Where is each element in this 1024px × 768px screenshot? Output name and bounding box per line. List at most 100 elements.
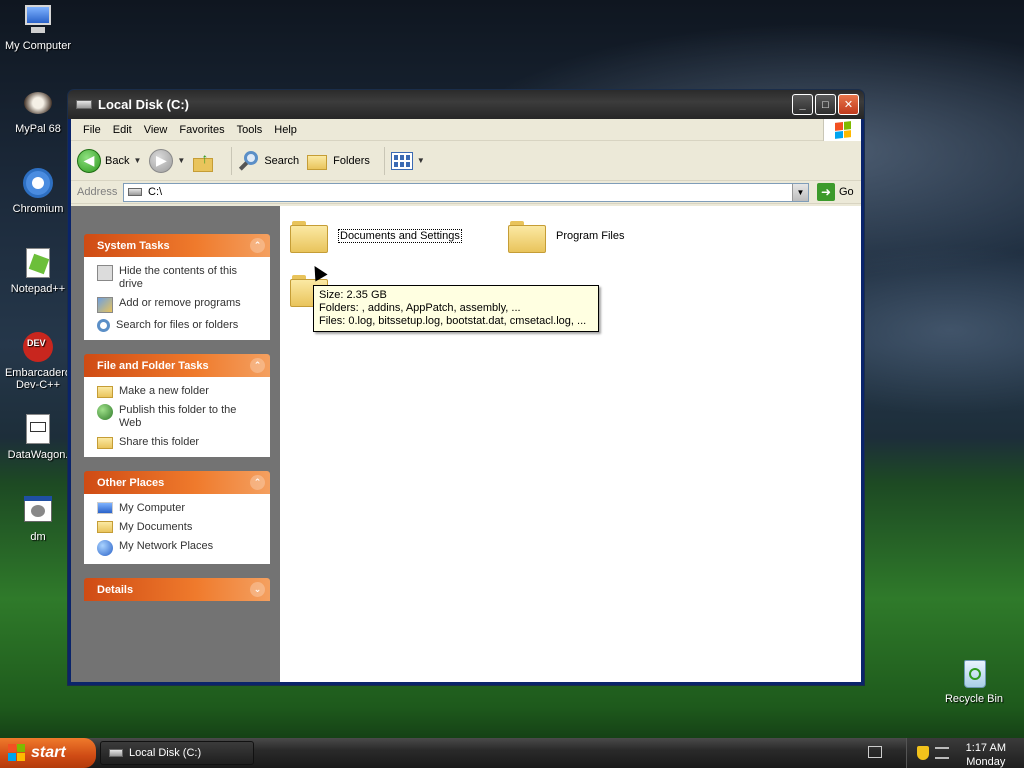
dm-icon [21, 494, 55, 528]
task-hide-contents[interactable]: Hide the contents of this drive [97, 265, 260, 291]
chevron-down-icon[interactable]: ▼ [177, 156, 185, 165]
place-label: My Network Places [119, 540, 214, 552]
keyboard-icon[interactable] [868, 746, 882, 758]
go-arrow-icon: ➜ [817, 183, 835, 201]
task-make-new-folder[interactable]: Make a new folder [97, 385, 260, 398]
details-header[interactable]: Details ⌄ [84, 578, 270, 601]
clock-time: 1:17 AM [965, 742, 1006, 754]
file-folder-tasks-header[interactable]: File and Folder Tasks ⌃ [84, 354, 270, 377]
task-share-folder[interactable]: Share this folder [97, 436, 260, 449]
search-button[interactable]: Search [238, 150, 299, 172]
menu-file[interactable]: File [77, 124, 107, 136]
panel-title: Other Places [97, 476, 165, 489]
desktop-icon-label: My Computer [4, 40, 72, 52]
panel-body: My Computer My Documents My Network Plac… [84, 494, 270, 564]
go-label: Go [839, 186, 854, 198]
search-icon [97, 319, 110, 332]
title-bar[interactable]: Local Disk (C:) _ □ ✕ [68, 90, 864, 119]
panel-title: Details [97, 583, 134, 596]
collapse-icon[interactable]: ⌃ [250, 358, 265, 373]
expand-icon[interactable]: ⌄ [250, 582, 265, 597]
folder-item[interactable]: Documents and Settings [290, 219, 462, 253]
folders-button[interactable]: Folders [307, 152, 370, 170]
desktop-icon-my-computer[interactable]: My Computer [0, 3, 78, 52]
explorer-window: Local Disk (C:) _ □ ✕ File Edit View Fav… [67, 89, 865, 686]
start-label: start [31, 744, 66, 761]
menu-tools[interactable]: Tools [231, 124, 269, 136]
place-my-documents[interactable]: My Documents [97, 521, 260, 534]
maximize-button[interactable]: □ [815, 94, 836, 115]
window-title: Local Disk (C:) [98, 97, 190, 112]
task-pane: System Tasks ⌃ Hide the contents of this… [71, 206, 280, 682]
folder-label: Program Files [556, 230, 625, 242]
go-button[interactable]: ➜ Go [817, 183, 854, 201]
network-places-icon [97, 540, 113, 556]
up-folder-button[interactable]: ↑ [193, 150, 217, 172]
close-button[interactable]: ✕ [838, 94, 859, 115]
my-documents-icon [97, 521, 113, 533]
chevron-down-icon[interactable]: ▼ [133, 156, 141, 165]
panel-body: Make a new folder Publish this folder to… [84, 377, 270, 457]
folder-label: Documents and Settings [338, 229, 462, 243]
back-arrow-icon: ◀ [77, 148, 101, 173]
panel-title: System Tasks [97, 239, 170, 252]
drive-icon [109, 749, 123, 757]
address-input[interactable]: C:\ ▼ [123, 182, 809, 202]
menu-edit[interactable]: Edit [107, 124, 138, 136]
place-my-network-places[interactable]: My Network Places [97, 540, 260, 556]
menu-view[interactable]: View [138, 124, 174, 136]
task-label: Share this folder [119, 436, 200, 448]
windows-flag-icon [8, 744, 26, 762]
back-button[interactable]: ◀ Back ▼ [77, 148, 141, 173]
minimize-button[interactable]: _ [792, 94, 813, 115]
tooltip-size: Size: 2.35 GB [319, 289, 387, 301]
windows-logo-icon [823, 119, 861, 141]
network-icon[interactable] [935, 747, 949, 759]
task-add-remove-programs[interactable]: Add or remove programs [97, 297, 260, 313]
collapse-icon[interactable]: ⌃ [250, 475, 265, 490]
folders-label: Folders [333, 154, 370, 167]
clock-day: Monday [966, 756, 1006, 768]
chromium-icon [21, 166, 55, 200]
system-tray: 1:17 AM Monday [906, 738, 1024, 768]
views-button[interactable]: ▼ [390, 151, 425, 170]
address-dropdown-button[interactable]: ▼ [792, 183, 808, 201]
other-places-panel: Other Places ⌃ My Computer My Documents [84, 471, 270, 564]
file-folder-tasks-panel: File and Folder Tasks ⌃ Make a new folde… [84, 354, 270, 457]
desktop-icon-recycle-bin[interactable]: Recycle Bin [934, 656, 1014, 705]
mypal-icon [21, 86, 55, 120]
notepad-plus-icon [21, 246, 55, 280]
system-tasks-header[interactable]: System Tasks ⌃ [84, 234, 270, 257]
toolbar-separator [231, 146, 233, 175]
content-area: System Tasks ⌃ Hide the contents of this… [71, 206, 861, 682]
menu-bar: File Edit View Favorites Tools Help [71, 119, 861, 141]
system-tasks-panel: System Tasks ⌃ Hide the contents of this… [84, 234, 270, 340]
add-remove-programs-icon [97, 297, 113, 313]
tooltip-folders: Folders: , addins, AppPatch, assembly, .… [319, 302, 521, 314]
task-label: Search for files or folders [116, 319, 239, 331]
toolbar-separator [383, 146, 385, 175]
desktop-icon-label: Recycle Bin [944, 693, 1004, 705]
shield-icon[interactable] [917, 746, 929, 760]
clock[interactable]: 1:17 AM Monday [966, 741, 1006, 768]
back-label: Back [105, 154, 130, 167]
place-my-computer[interactable]: My Computer [97, 502, 260, 515]
folder-item[interactable]: Program Files [508, 219, 624, 253]
other-places-header[interactable]: Other Places ⌃ [84, 471, 270, 494]
drive-icon [76, 100, 92, 109]
task-search-files[interactable]: Search for files or folders [97, 319, 260, 332]
tooltip-files: Files: 0.log, bitssetup.log, bootstat.da… [319, 315, 587, 327]
start-button[interactable]: start [0, 738, 96, 768]
task-label: Make a new folder [119, 385, 209, 397]
place-label: My Documents [119, 521, 193, 533]
task-publish-folder[interactable]: Publish this folder to the Web [97, 404, 260, 430]
forward-button[interactable]: ▶ ▼ [149, 148, 185, 173]
taskbar-button-label: Local Disk (C:) [129, 747, 202, 759]
menu-favorites[interactable]: Favorites [173, 124, 230, 136]
folder-icon [290, 219, 328, 253]
menu-help[interactable]: Help [268, 124, 303, 136]
collapse-icon[interactable]: ⌃ [250, 238, 265, 253]
my-computer-icon [97, 502, 113, 514]
taskbar-button-local-disk[interactable]: Local Disk (C:) [100, 741, 254, 765]
datawagon-icon [21, 412, 55, 446]
